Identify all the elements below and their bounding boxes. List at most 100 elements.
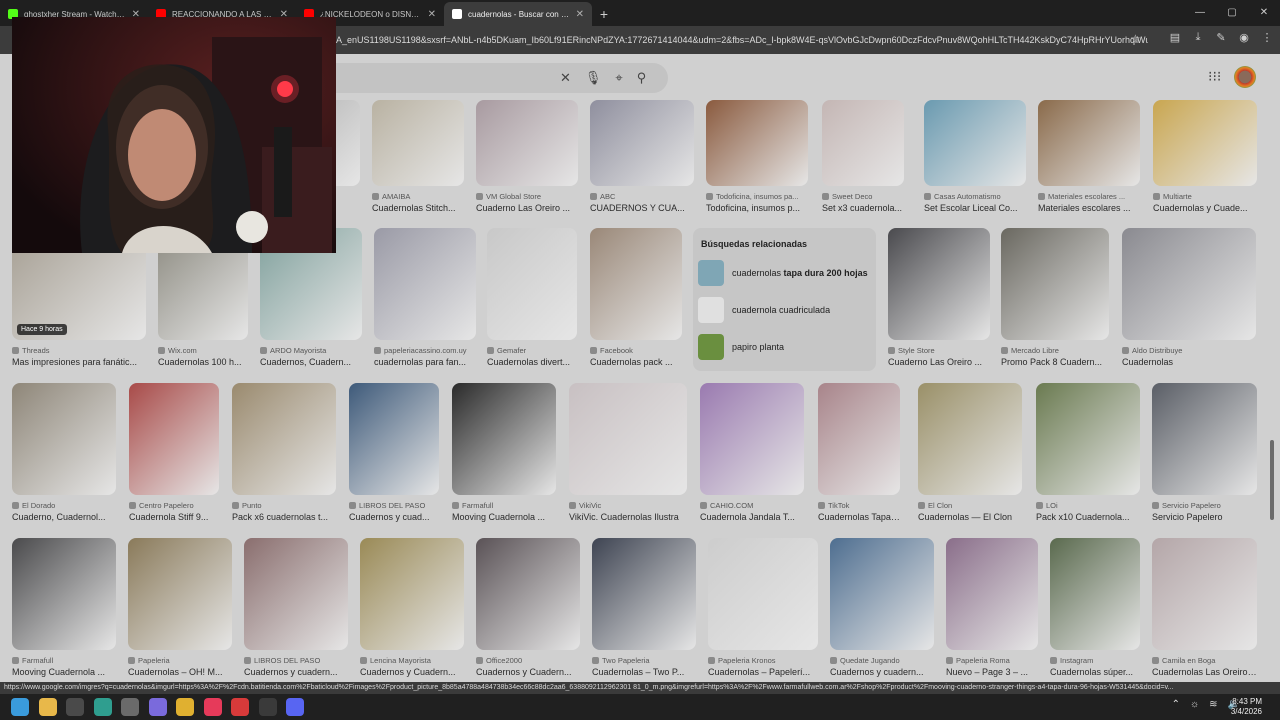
result-thumbnail[interactable] xyxy=(12,538,116,650)
image-result[interactable]: Mercado Libre Promo Pack 8 Cuadern... xyxy=(1001,228,1109,382)
image-result[interactable]: Quedate Jugando Cuadernos y cuadern... xyxy=(830,538,934,682)
result-thumbnail[interactable] xyxy=(918,383,1022,495)
new-tab-button[interactable]: + xyxy=(592,2,616,26)
result-title[interactable]: Cuadernolas Las Oreiro ... xyxy=(1152,667,1257,677)
result-source[interactable]: Sweet Deco xyxy=(822,192,904,201)
result-thumbnail[interactable] xyxy=(1001,228,1109,340)
result-thumbnail[interactable] xyxy=(232,383,336,495)
image-result[interactable]: Servicio Papelero Servicio Papelero xyxy=(1152,383,1257,537)
result-title[interactable]: Cuadernos, Cuadern... xyxy=(260,357,362,367)
result-source[interactable]: TikTok xyxy=(818,501,900,510)
result-thumbnail[interactable] xyxy=(476,100,578,186)
clear-icon[interactable]: ✕ xyxy=(560,70,571,86)
result-source[interactable]: LIBROS DEL PASO xyxy=(349,501,439,510)
result-thumbnail[interactable] xyxy=(830,538,934,650)
search-icon[interactable]: ⚲ xyxy=(637,70,647,86)
account-avatar[interactable] xyxy=(1234,66,1256,88)
result-source[interactable]: Instagram xyxy=(1050,656,1140,665)
image-result[interactable]: VM Global Store Cuaderno Las Oreiro ... xyxy=(476,100,578,228)
image-result[interactable]: Papeleria Kronos Cuadernolas – Papelerí..… xyxy=(708,538,818,682)
image-result[interactable]: Sweet Deco Set x3 cuadernola... xyxy=(822,100,904,228)
result-thumbnail[interactable] xyxy=(487,228,577,340)
image-result[interactable]: Office2000 Cuadernos y Cuadern... xyxy=(476,538,580,682)
result-source[interactable]: Wix.com xyxy=(158,346,248,355)
minimize-icon[interactable]: — xyxy=(1184,0,1216,24)
result-title[interactable]: Cuadernolas Tapa ... xyxy=(818,512,900,522)
image-result[interactable]: Centro Papelero Cuadernola Stiff 9... xyxy=(129,383,219,537)
result-thumbnail[interactable] xyxy=(706,100,808,186)
result-source[interactable]: Mercado Libre xyxy=(1001,346,1109,355)
result-title[interactable]: Cuadernos y cuad... xyxy=(349,512,439,522)
result-title[interactable]: Cuadernolas – Two P... xyxy=(592,667,696,677)
result-source[interactable]: Casas Automatismo xyxy=(924,192,1026,201)
result-source[interactable]: AMAIBA xyxy=(372,192,464,201)
image-result[interactable]: Materiales escolares ... Materiales escol… xyxy=(1038,100,1140,228)
result-source[interactable]: Servicio Papelero xyxy=(1152,501,1257,510)
microphone-icon[interactable]: 🎙 xyxy=(585,70,602,86)
result-thumbnail[interactable] xyxy=(590,228,682,340)
result-title[interactable]: Cuadernolas — El Clon xyxy=(918,512,1022,522)
result-thumbnail[interactable] xyxy=(374,228,476,340)
extensions-icon[interactable]: ✎ xyxy=(1214,31,1228,44)
image-result[interactable]: Lencina Mayorista Cuadernos y Cuadern... xyxy=(360,538,464,682)
result-thumbnail[interactable] xyxy=(700,383,804,495)
menu-icon[interactable]: ⋮ xyxy=(1260,31,1274,44)
result-title[interactable]: Cuadernolas xyxy=(1122,357,1256,367)
result-title[interactable]: Cuadernola Jandala T... xyxy=(700,512,804,522)
image-result[interactable]: CAHIO.COM Cuadernola Jandala T... xyxy=(700,383,804,537)
result-source[interactable]: ARDO Mayorista xyxy=(260,346,362,355)
bookmark-star-icon[interactable]: ☆ xyxy=(1130,32,1141,46)
image-result[interactable]: Todoficina, insumos pa... Todoficina, ins… xyxy=(706,100,808,228)
app-opera-icon[interactable] xyxy=(231,698,249,716)
image-result[interactable]: El Clon Cuadernolas — El Clon xyxy=(918,383,1022,537)
result-source[interactable]: Quedate Jugando xyxy=(830,656,934,665)
image-result[interactable]: Papeleria Cuadernolas – OH! M... xyxy=(128,538,232,682)
image-result[interactable]: VikiVic VikiVic. Cuadernolas Ilustra xyxy=(569,383,687,537)
result-thumbnail[interactable] xyxy=(708,538,818,650)
image-result[interactable]: Papeleria Roma Nuevo – Page 3 – ... xyxy=(946,538,1038,682)
result-source[interactable]: Office2000 xyxy=(476,656,580,665)
image-result[interactable]: Gemafer Cuadernolas divert... xyxy=(487,228,577,382)
image-result[interactable]: Farmafull Mooving Cuadernola ... xyxy=(12,538,116,682)
result-thumbnail[interactable] xyxy=(946,538,1038,650)
image-result[interactable]: Two Papeleria Cuadernolas – Two P... xyxy=(592,538,696,682)
result-source[interactable]: LOi xyxy=(1036,501,1140,510)
result-title[interactable]: Cuadernos y Cuadern... xyxy=(476,667,580,677)
result-thumbnail[interactable] xyxy=(569,383,687,495)
app-epic-icon[interactable] xyxy=(258,698,277,716)
result-thumbnail[interactable] xyxy=(1152,538,1257,650)
result-source[interactable]: papeleriacassino.com.uy xyxy=(374,346,476,355)
result-title[interactable]: Cuadernolas pack ... xyxy=(590,357,682,367)
result-source[interactable]: Farmafull xyxy=(12,656,116,665)
result-thumbnail[interactable] xyxy=(128,538,232,650)
clock[interactable]: 8:43 PM 3/4/2026 xyxy=(1231,697,1262,717)
result-title[interactable]: Cuadernos y cuadern... xyxy=(830,667,934,677)
result-title[interactable]: Cuadernolas y Cuade... xyxy=(1153,203,1257,213)
browser-tab[interactable]: cuadernolas - Buscar con Goog ✕ xyxy=(444,2,592,26)
file-explorer-icon[interactable] xyxy=(38,698,57,716)
image-result[interactable]: Style Store Cuaderno Las Oreiro ... xyxy=(888,228,990,382)
app-obs-icon[interactable] xyxy=(66,698,84,716)
result-title[interactable]: CUADERNOS Y CUA... xyxy=(590,203,694,213)
app-edge-icon[interactable] xyxy=(93,698,112,716)
result-thumbnail[interactable] xyxy=(1122,228,1256,340)
result-source[interactable]: Camila en Boga xyxy=(1152,656,1257,665)
image-result[interactable]: ABC CUADERNOS Y CUA... xyxy=(590,100,694,228)
result-title[interactable]: Cuadernolas 100 h... xyxy=(158,357,248,367)
result-thumbnail[interactable] xyxy=(592,538,696,650)
result-title[interactable]: Promo Pack 8 Cuadern... xyxy=(1001,357,1109,367)
result-thumbnail[interactable] xyxy=(372,100,464,186)
related-search-item[interactable]: cuadernola cuadriculada xyxy=(698,295,868,325)
result-source[interactable]: VM Global Store xyxy=(476,192,578,201)
network-icon[interactable]: ≋ xyxy=(1209,699,1217,710)
result-source[interactable]: Materiales escolares ... xyxy=(1038,192,1140,201)
image-result[interactable]: Casas Automatismo Set Escolar Liceal Co..… xyxy=(924,100,1026,228)
result-thumbnail[interactable] xyxy=(1036,383,1140,495)
close-window-icon[interactable]: ✕ xyxy=(1248,0,1280,24)
brightness-icon[interactable]: ☼ xyxy=(1190,699,1199,710)
image-result[interactable]: TikTok Cuadernolas Tapa ... xyxy=(818,383,900,537)
result-source[interactable]: Centro Papelero xyxy=(129,501,219,510)
app-discord-icon[interactable] xyxy=(286,698,304,716)
result-title[interactable]: Cuaderno, Cuadernol... xyxy=(12,512,116,522)
result-title[interactable]: Cuaderno Las Oreiro ... xyxy=(888,357,990,367)
